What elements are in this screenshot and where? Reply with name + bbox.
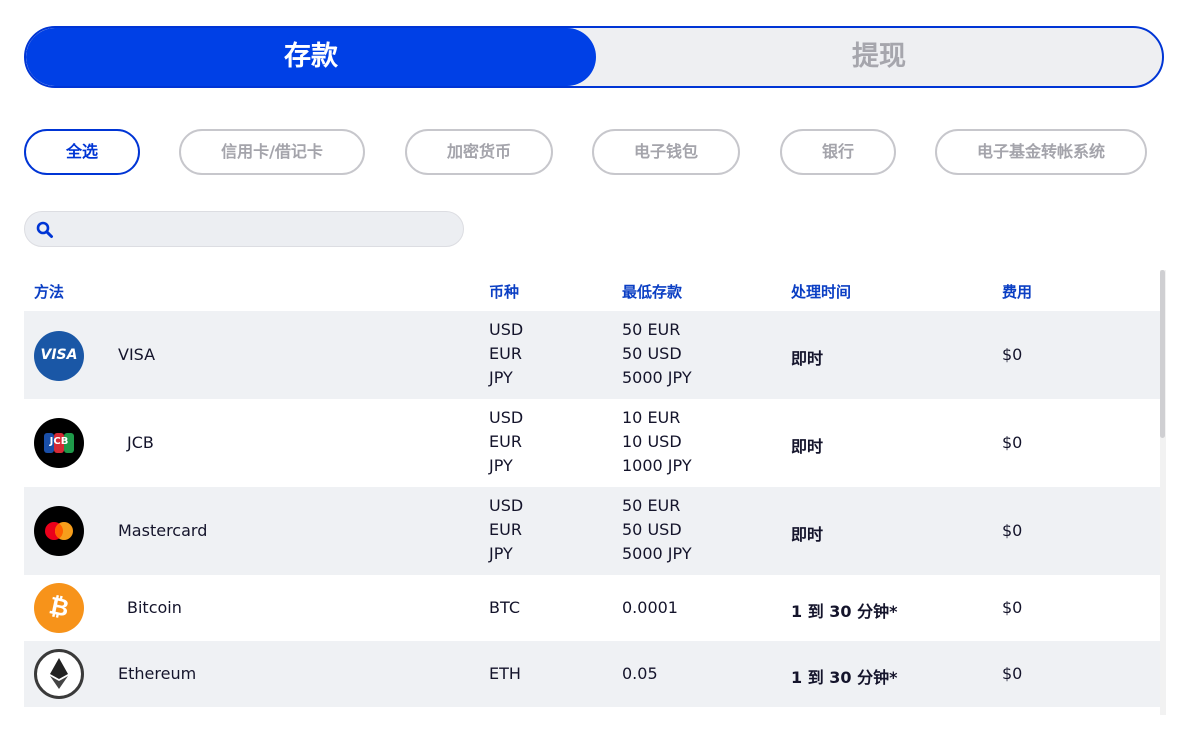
currency-value: JPY — [489, 368, 513, 387]
currency-value: USD — [489, 496, 524, 515]
table-row[interactable]: Ethereum ETH 0.05 1 到 30 分钟* $0 — [24, 641, 1160, 707]
tab-withdraw[interactable]: 提现 — [596, 28, 1162, 86]
method-name: Ethereum — [118, 664, 197, 683]
currency-value: JPY — [489, 456, 513, 475]
currency-value: EUR — [489, 344, 522, 363]
table-row[interactable]: ₿ Bitcoin BTC 0.0001 1 到 30 分钟* $0 — [24, 575, 1160, 641]
fee-value: $0 — [1002, 598, 1023, 617]
min-deposit-value: 0.0001 — [622, 598, 678, 617]
method-name: Bitcoin — [127, 598, 182, 617]
method-name: VISA — [118, 345, 156, 364]
min-deposit-list: 50 EUR 50 USD 5000 JPY — [622, 494, 692, 566]
currency-value: EUR — [489, 520, 522, 539]
deposit-withdraw-toggle: 存款 提现 — [24, 26, 1164, 88]
col-header-method[interactable]: 方法 — [34, 281, 64, 302]
currency-value: EUR — [489, 432, 522, 451]
payments-panel: 存款 提现 全选 信用卡/借记卡 加密货币 电子钱包 银行 电子基金转帐系统 方… — [0, 0, 1194, 740]
min-deposit-value: 50 USD — [622, 520, 682, 539]
filter-ewallet[interactable]: 电子钱包 — [592, 129, 740, 175]
table-row[interactable]: VISA VISA USD EUR JPY 50 EUR 50 USD 5000… — [24, 311, 1160, 399]
method-name: Mastercard — [118, 521, 208, 540]
currency-value: JPY — [489, 544, 513, 563]
min-deposit-value: 5000 JPY — [622, 368, 692, 387]
min-deposit-value: 5000 JPY — [622, 544, 692, 563]
currency-list: USD EUR JPY — [489, 318, 523, 390]
currency-value: USD — [489, 408, 524, 427]
currency-value: BTC — [489, 598, 520, 617]
fee-value: $0 — [1002, 433, 1023, 452]
visa-logo-icon: VISA — [34, 331, 84, 381]
min-deposit-value: 1000 JPY — [622, 456, 692, 475]
currency-list: USD EUR JPY — [489, 406, 523, 478]
currency-value: USD — [489, 320, 524, 339]
filter-eft[interactable]: 电子基金转帐系统 — [935, 129, 1147, 175]
jcb-logo-text: JCB — [49, 436, 69, 447]
fee-value: $0 — [1002, 345, 1023, 364]
ethereum-logo-icon — [34, 649, 84, 699]
filter-card[interactable]: 信用卡/借记卡 — [179, 129, 365, 175]
search-input[interactable] — [65, 216, 449, 244]
table-row[interactable]: JCB JCB USD EUR JPY 10 EUR 10 USD 1000 J… — [24, 399, 1160, 487]
processing-time: 即时 — [791, 525, 824, 544]
ethereum-diamond-icon — [50, 658, 68, 689]
min-deposit-list: 50 EUR 50 USD 5000 JPY — [622, 318, 692, 390]
min-deposit-value: 50 USD — [622, 344, 682, 363]
method-name: JCB — [127, 433, 154, 452]
fee-value: $0 — [1002, 521, 1023, 540]
processing-time: 即时 — [791, 437, 824, 456]
min-deposit-value: 10 EUR — [622, 408, 681, 427]
col-header-min-deposit[interactable]: 最低存款 — [622, 281, 682, 302]
currency-value: ETH — [489, 664, 521, 683]
min-deposit-value: 50 EUR — [622, 496, 681, 515]
currency-list: USD EUR JPY — [489, 494, 523, 566]
col-header-fee[interactable]: 费用 — [1002, 281, 1032, 302]
table-row[interactable]: Mastercard USD EUR JPY 50 EUR 50 USD 500… — [24, 487, 1160, 575]
bitcoin-symbol-icon: ₿ — [46, 591, 72, 623]
processing-time: 1 到 30 分钟* — [791, 602, 898, 621]
visa-logo-text: VISA — [40, 347, 78, 363]
mastercard-circles-icon — [45, 522, 73, 540]
bitcoin-logo-icon: ₿ — [34, 583, 84, 633]
min-deposit-value: 10 USD — [622, 432, 682, 451]
processing-time: 1 到 30 分钟* — [791, 668, 898, 687]
processing-time: 即时 — [791, 349, 824, 368]
search-box — [24, 211, 464, 247]
fee-value: $0 — [1002, 664, 1023, 683]
col-header-processing-time[interactable]: 处理时间 — [791, 281, 851, 302]
col-header-currency[interactable]: 币种 — [489, 281, 519, 302]
filter-bank[interactable]: 银行 — [780, 129, 896, 175]
filter-crypto[interactable]: 加密货币 — [405, 129, 553, 175]
search-icon — [36, 221, 53, 238]
table-scrollbar-thumb[interactable] — [1160, 270, 1165, 438]
mastercard-logo-icon — [34, 506, 84, 556]
jcb-logo-icon: JCB — [34, 418, 84, 468]
tab-deposit[interactable]: 存款 — [26, 28, 596, 86]
filter-all[interactable]: 全选 — [24, 129, 140, 175]
min-deposit-value: 50 EUR — [622, 320, 681, 339]
min-deposit-list: 10 EUR 10 USD 1000 JPY — [622, 406, 692, 478]
min-deposit-value: 0.05 — [622, 664, 658, 683]
